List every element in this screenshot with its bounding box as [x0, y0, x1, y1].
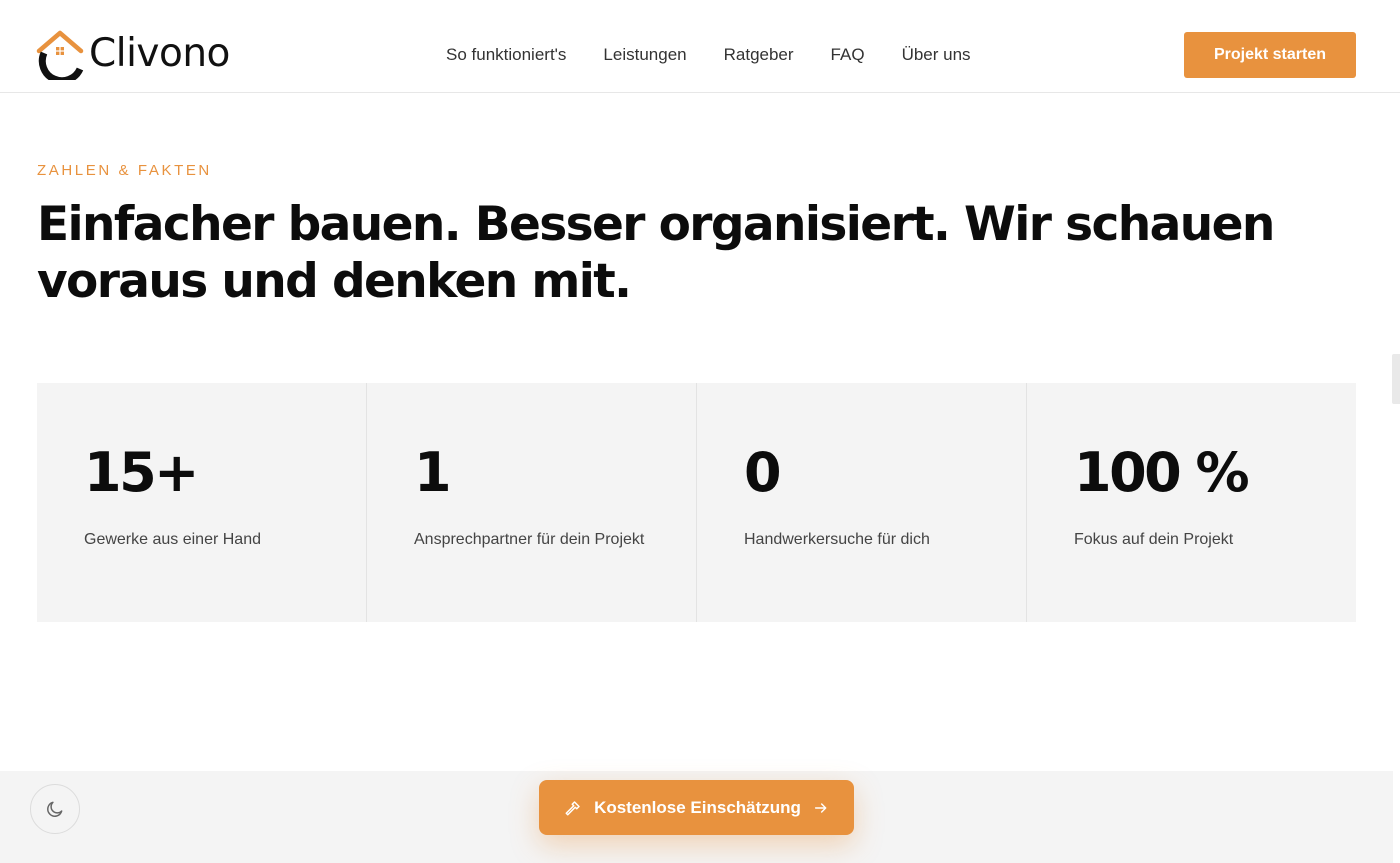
arrow-right-icon: [814, 802, 827, 813]
stat-label: Handwerkersuche für dich: [744, 531, 930, 548]
stats-grid: 15+ Gewerke aus einer Hand 1 Ansprechpar…: [37, 383, 1356, 622]
stat-card: 15+ Gewerke aus einer Hand: [37, 383, 367, 622]
stat-card: 100 % Fokus auf dein Projekt: [1027, 383, 1356, 622]
nav-link-faq[interactable]: FAQ: [831, 44, 865, 66]
stat-value: 1: [414, 441, 452, 504]
section-headline: Einfacher bauen. Besser organisiert. Wir…: [37, 197, 1275, 309]
theme-toggle-button[interactable]: [30, 784, 80, 834]
start-project-button[interactable]: Projekt starten: [1184, 32, 1356, 78]
stat-card: 1 Ansprechpartner für dein Projekt: [367, 383, 697, 622]
stat-label: Gewerke aus einer Hand: [84, 531, 261, 548]
stat-label: Fokus auf dein Projekt: [1074, 531, 1234, 548]
nav-link-about[interactable]: Über uns: [902, 44, 971, 66]
scroll-indicator[interactable]: [1392, 354, 1400, 404]
nav-link-services[interactable]: Leistungen: [603, 44, 686, 66]
section-eyebrow: ZAHLEN & FAKTEN: [37, 162, 212, 179]
free-estimate-button[interactable]: Kostenlose Einschätzung: [539, 780, 854, 835]
stat-value: 0: [744, 441, 782, 504]
nav-link-how-it-works[interactable]: So funktioniert's: [446, 44, 566, 66]
house-logo-icon: [36, 30, 84, 80]
nav-link-guide[interactable]: Ratgeber: [724, 44, 794, 66]
moon-icon: [47, 801, 63, 817]
stat-value: 15+: [84, 441, 199, 504]
hammer-icon: [565, 800, 580, 815]
site-header: Clivono So funktioniert's Leistungen Rat…: [0, 0, 1400, 93]
stat-card: 0 Handwerkersuche für dich: [697, 383, 1027, 622]
page: Clivono So funktioniert's Leistungen Rat…: [0, 0, 1400, 863]
brand-name: Clivono: [89, 31, 230, 76]
logo[interactable]: Clivono: [36, 28, 230, 80]
stat-value: 100 %: [1074, 441, 1250, 504]
free-estimate-label: Kostenlose Einschätzung: [594, 797, 801, 817]
stat-label: Ansprechpartner für dein Projekt: [414, 531, 645, 548]
main-nav: So funktioniert's Leistungen Ratgeber FA…: [446, 44, 971, 66]
